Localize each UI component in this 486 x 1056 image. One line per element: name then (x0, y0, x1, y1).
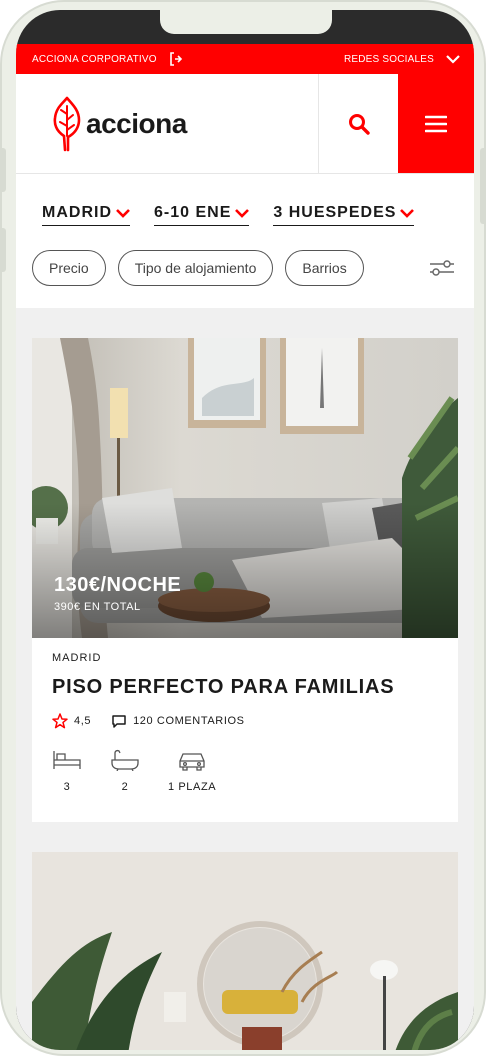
listing-title[interactable]: PISO PERFECTO PARA FAMILIAS (52, 676, 438, 699)
hamburger-menu-icon (425, 115, 447, 132)
guests-dropdown-label: 3 HUESPEDES (273, 204, 397, 221)
listing-details: MADRID PISO PERFECTO PARA FAMILIAS 4,5 1… (32, 638, 458, 793)
total-price: 390€ EN TOTAL (54, 601, 141, 613)
nightly-price: 130€/NOCHE (54, 574, 182, 596)
phone-side-button (480, 148, 486, 224)
comments-count: 120 COMENTARIOS (133, 715, 245, 727)
search-icon (348, 113, 370, 135)
amenity-beds: 3 (52, 749, 82, 793)
bed-icon (53, 751, 81, 769)
chevron-down-icon (400, 209, 415, 218)
top-bar: ACCIONA CORPORATIVO REDES SOCIALES (16, 44, 474, 74)
accommodation-type-filter-chip[interactable]: Tipo de alojamiento (117, 250, 274, 286)
phone-notch (160, 10, 332, 34)
star-icon (52, 713, 68, 729)
filter-settings-icon[interactable] (428, 258, 456, 278)
amenity-baths: 2 (110, 749, 140, 793)
app-screen: ACCIONA CORPORATIVO REDES SOCIALES accio… (16, 44, 474, 1050)
listing-photo[interactable] (32, 852, 458, 1050)
social-dropdown[interactable]: REDES SOCIALES (344, 54, 460, 65)
amenity-parking: 1 PLAZA (168, 749, 216, 793)
price-overlay: 130€/NOCHE 390€ EN TOTAL (54, 574, 181, 613)
beds-count: 3 (63, 781, 71, 793)
chevron-down-icon (235, 209, 250, 218)
price-filter-chip[interactable]: Precio (32, 250, 106, 286)
bathtub-icon (111, 749, 139, 771)
listing-card[interactable]: 130€/NOCHE 390€ EN TOTAL MADRID PISO PER… (32, 338, 458, 822)
dates-dropdown[interactable]: 6-10 ENE (154, 204, 250, 226)
chevron-down-icon (116, 209, 130, 218)
external-link-icon (169, 52, 182, 66)
parking-count: 1 PLAZA (168, 781, 217, 793)
listing-city: MADRID (52, 652, 102, 664)
phone-side-button (0, 148, 6, 192)
menu-button[interactable] (398, 74, 474, 173)
location-dropdown-label: MADRID (42, 204, 112, 221)
phone-frame: ACCIONA CORPORATIVO REDES SOCIALES accio… (0, 0, 486, 1056)
corporate-link[interactable]: ACCIONA CORPORATIVO (32, 52, 183, 66)
social-dropdown-label: REDES SOCIALES (343, 53, 434, 65)
acciona-leaf-icon (53, 96, 81, 151)
rating-value: 4,5 (74, 715, 92, 727)
car-icon (179, 753, 205, 771)
filter-dropdown-row: MADRID 6-10 ENE 3 HUESPEDES (42, 204, 458, 226)
phone-screen-bezel: ACCIONA CORPORATIVO REDES SOCIALES accio… (16, 10, 474, 1050)
guests-dropdown[interactable]: 3 HUESPEDES (273, 204, 415, 226)
interior-image (32, 852, 458, 1050)
listing-meta: 4,5 120 COMENTARIOS (52, 713, 438, 729)
rating-group: 4,5 (52, 713, 91, 729)
comment-icon (112, 714, 126, 728)
phone-side-button (0, 228, 6, 272)
acciona-logo[interactable]: acciona (16, 74, 318, 173)
filter-chip-row: Precio Tipo de alojamiento Barrios (32, 250, 458, 286)
neighborhoods-filter-chip[interactable]: Barrios (285, 250, 364, 286)
amenities: 3 2 1 PLAZA (52, 749, 438, 793)
site-header: acciona (16, 74, 474, 174)
dates-dropdown-label: 6-10 ENE (154, 204, 232, 221)
location-dropdown[interactable]: MADRID (42, 204, 130, 226)
listing-photo[interactable]: 130€/NOCHE 390€ EN TOTAL (32, 338, 458, 638)
search-filters: MADRID 6-10 ENE 3 HUESPEDES Precio Tipo … (16, 174, 474, 308)
listing-card[interactable] (32, 852, 458, 1050)
baths-count: 2 (121, 781, 129, 793)
corporate-link-label: ACCIONA CORPORATIVO (32, 53, 157, 65)
comments-group[interactable]: 120 COMENTARIOS (111, 714, 245, 729)
search-button[interactable] (318, 74, 398, 173)
chevron-down-icon (446, 55, 460, 64)
logo-wordmark: acciona (86, 107, 187, 139)
